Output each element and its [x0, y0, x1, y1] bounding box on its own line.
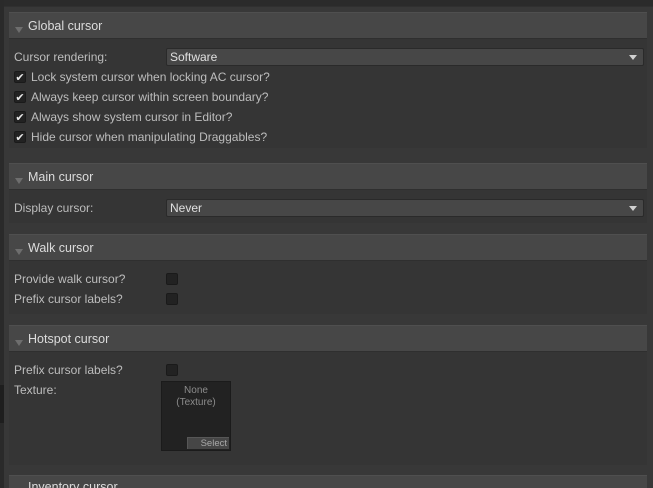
section-hotspot-cursor: Hotspot cursor Prefix cursor labels? Tex…: [9, 325, 647, 465]
left-edge-marker: [0, 385, 4, 423]
lock-cursor-option[interactable]: ✔ Lock system cursor when locking AC cur…: [14, 68, 270, 86]
lock-cursor-label: Lock system cursor when locking AC curso…: [31, 70, 270, 84]
texture-type-text: (Texture): [176, 397, 216, 408]
show-system-cursor-checkbox[interactable]: ✔: [14, 111, 26, 123]
walk-prefix-labels-checkbox[interactable]: [166, 293, 178, 305]
dropdown-arrow-icon: [629, 206, 637, 211]
provide-walk-cursor-label: Provide walk cursor?: [14, 272, 126, 286]
texture-slot[interactable]: None (Texture) Select: [161, 381, 231, 451]
provide-walk-cursor-row: Provide walk cursor?: [14, 270, 125, 288]
display-cursor-label: Display cursor:: [14, 201, 94, 215]
section-walk-cursor: Walk cursor Provide walk cursor? Prefix …: [9, 234, 647, 314]
hotspot-prefix-labels-row: Prefix cursor labels?: [14, 361, 123, 379]
collapse-triangle-icon[interactable]: [15, 340, 23, 346]
texture-label: Texture:: [14, 383, 57, 397]
left-edge-strip: [0, 0, 4, 488]
global-cursor-header[interactable]: Global cursor: [9, 12, 647, 39]
lock-cursor-checkbox[interactable]: ✔: [14, 71, 26, 83]
show-system-cursor-option[interactable]: ✔ Always show system cursor in Editor?: [14, 108, 232, 126]
section-title: Hotspot cursor: [28, 331, 110, 346]
provide-walk-cursor-checkbox[interactable]: [166, 273, 178, 285]
section-title: Global cursor: [28, 18, 103, 33]
dropdown-value: Software: [170, 50, 218, 64]
hide-cursor-draggables-checkbox[interactable]: ✔: [14, 131, 26, 143]
walk-prefix-labels-row: Prefix cursor labels?: [14, 290, 123, 308]
dropdown-value: Never: [170, 201, 203, 215]
hotspot-prefix-labels-checkbox[interactable]: [166, 364, 178, 376]
walk-prefix-checkbox-wrap: [166, 290, 178, 308]
provide-walk-cursor-checkbox-wrap: [166, 270, 178, 288]
keep-cursor-checkbox[interactable]: ✔: [14, 91, 26, 103]
main-cursor-header[interactable]: Main cursor: [9, 163, 647, 190]
keep-cursor-option[interactable]: ✔ Always keep cursor within screen bound…: [14, 88, 268, 106]
hide-cursor-draggables-option[interactable]: ✔ Hide cursor when manipulating Draggabl…: [14, 128, 267, 146]
show-system-cursor-label: Always show system cursor in Editor?: [31, 110, 233, 124]
dropdown-arrow-icon: [629, 55, 637, 60]
collapse-triangle-icon[interactable]: [15, 27, 23, 33]
walk-prefix-labels-label: Prefix cursor labels?: [14, 292, 123, 306]
hotspot-cursor-header[interactable]: Hotspot cursor: [9, 325, 647, 352]
texture-select-button[interactable]: Select: [187, 437, 229, 449]
cursor-rendering-row: Cursor rendering:: [14, 48, 107, 66]
collapse-triangle-icon[interactable]: [15, 178, 23, 184]
section-title: Inventory cursor: [28, 479, 118, 488]
texture-none-text: None: [184, 385, 208, 396]
top-divider: [0, 0, 653, 7]
hide-cursor-draggables-label: Hide cursor when manipulating Draggables…: [31, 130, 268, 144]
section-title: Walk cursor: [28, 240, 94, 255]
keep-cursor-label: Always keep cursor within screen boundar…: [31, 90, 269, 104]
display-cursor-dropdown[interactable]: Never: [166, 199, 644, 217]
collapse-triangle-icon[interactable]: [15, 249, 23, 255]
cursor-rendering-label: Cursor rendering:: [14, 50, 108, 64]
section-global-cursor: Global cursor Cursor rendering: Software…: [9, 12, 647, 148]
cursor-rendering-dropdown[interactable]: Software: [166, 48, 644, 66]
section-inventory-cursor: Inventory cursor: [9, 475, 647, 488]
walk-cursor-header[interactable]: Walk cursor: [9, 234, 647, 261]
section-title: Main cursor: [28, 169, 94, 184]
section-main-cursor: Main cursor Display cursor: Never: [9, 163, 647, 223]
inventory-cursor-header[interactable]: Inventory cursor: [9, 475, 647, 488]
hotspot-prefix-checkbox-wrap: [166, 361, 178, 379]
texture-row: Texture:: [14, 381, 57, 399]
display-cursor-row: Display cursor:: [14, 199, 93, 217]
cursor-settings-panel: Global cursor Cursor rendering: Software…: [0, 0, 653, 488]
hotspot-prefix-labels-label: Prefix cursor labels?: [14, 363, 123, 377]
